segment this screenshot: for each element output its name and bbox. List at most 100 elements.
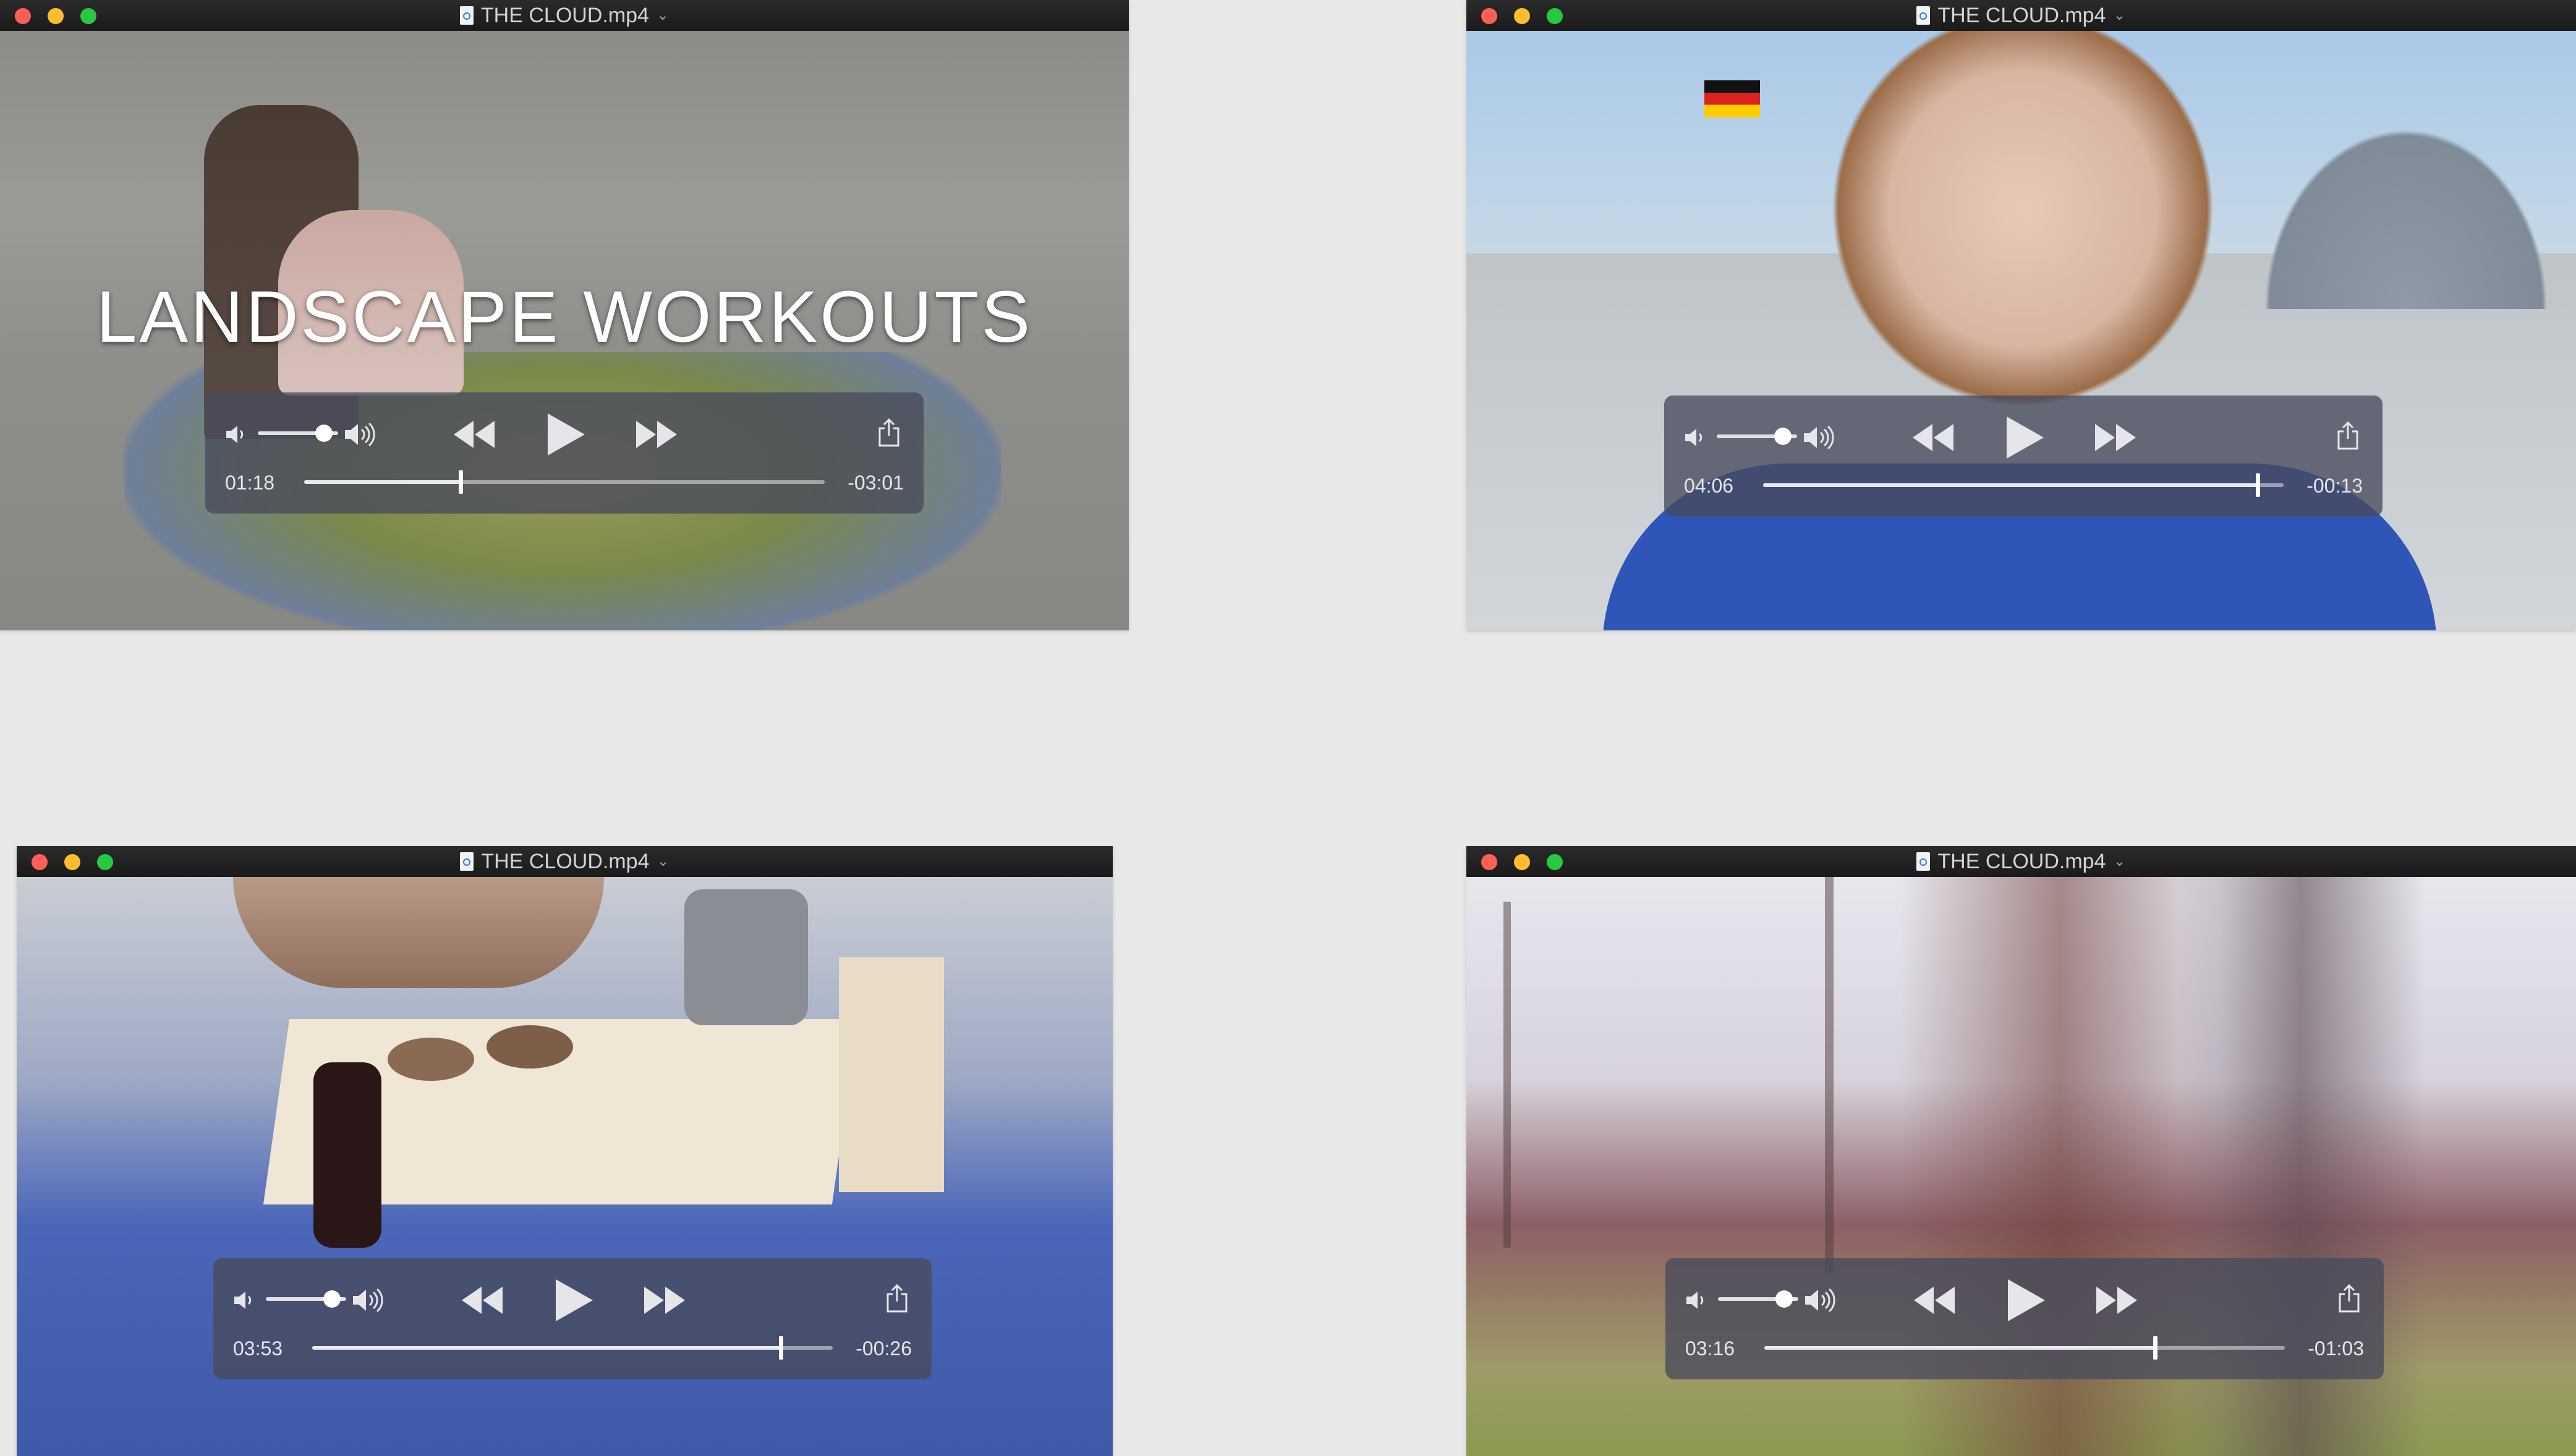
window-title-menu[interactable]: THE CLOUD.mp4 ⌄: [1916, 0, 2126, 31]
fast-forward-icon[interactable]: [2095, 1284, 2138, 1316]
chevron-down-icon: ⌄: [2113, 7, 2126, 23]
scrubber-progress: [1764, 1346, 2155, 1350]
player-window-2[interactable]: THE CLOUD.mp4 ⌄ 04:06 -00:13: [1466, 0, 2576, 630]
speaker-low-icon[interactable]: [1683, 425, 1707, 450]
scrubber-playhead[interactable]: [2153, 1336, 2157, 1360]
fast-forward-icon[interactable]: [2094, 421, 2137, 454]
playback-controls[interactable]: 01:18 -03:01: [205, 392, 924, 514]
speaker-high-icon[interactable]: [1801, 423, 1838, 452]
quicktime-file-icon: [1916, 6, 1931, 25]
volume-knob[interactable]: [1774, 428, 1792, 445]
rewind-icon[interactable]: [1913, 1284, 1956, 1316]
scrubber-playhead[interactable]: [778, 1336, 783, 1360]
chevron-down-icon: ⌄: [657, 853, 670, 870]
title-bar[interactable]: THE CLOUD.mp4 ⌄: [17, 846, 1113, 877]
close-button[interactable]: [1481, 8, 1497, 24]
fast-forward-icon[interactable]: [643, 1284, 686, 1316]
window-title: THE CLOUD.mp4: [481, 850, 650, 873]
window-title-menu[interactable]: THE CLOUD.mp4 ⌄: [459, 0, 670, 31]
rewind-icon[interactable]: [461, 1284, 504, 1316]
window-title-menu[interactable]: THE CLOUD.mp4 ⌄: [1916, 846, 2126, 877]
remaining-time: -03:01: [848, 472, 904, 494]
minimize-button[interactable]: [48, 8, 64, 24]
volume-knob[interactable]: [315, 425, 333, 442]
share-icon[interactable]: [877, 417, 901, 448]
hands: [233, 877, 604, 988]
chevron-down-icon: ⌄: [2113, 853, 2126, 870]
window-title: THE CLOUD.mp4: [1937, 4, 2106, 27]
video-frame[interactable]: [1466, 31, 2576, 630]
speaker-high-icon[interactable]: [1803, 1285, 1840, 1315]
milk-carton: [839, 957, 944, 1192]
play-icon[interactable]: [2005, 1278, 2046, 1323]
zoom-button[interactable]: [80, 8, 96, 24]
minimize-button[interactable]: [64, 854, 80, 870]
volume-knob[interactable]: [323, 1290, 341, 1308]
title-bar[interactable]: THE CLOUD.mp4 ⌄: [1466, 0, 2576, 31]
zoom-button[interactable]: [97, 854, 113, 870]
overlay-title-text: LANDSCAPE WORKOUTS: [96, 276, 1033, 358]
canister: [684, 889, 808, 1025]
glass-dome: [2245, 105, 2567, 309]
current-time: 04:06: [1684, 475, 1734, 497]
share-icon[interactable]: [885, 1283, 909, 1314]
minimize-button[interactable]: [1514, 854, 1530, 870]
scrubber-track[interactable]: [304, 470, 825, 494]
play-icon[interactable]: [545, 412, 586, 457]
speaker-low-icon[interactable]: [1684, 1288, 1709, 1313]
play-icon[interactable]: [2004, 415, 2045, 460]
window-title: THE CLOUD.mp4: [1937, 850, 2106, 873]
flag: [1704, 80, 1760, 117]
title-bar[interactable]: THE CLOUD.mp4 ⌄: [1466, 846, 2576, 877]
playback-controls[interactable]: 03:16 -01:03: [1665, 1258, 2384, 1379]
scrubber-track[interactable]: [1763, 473, 2284, 497]
close-button[interactable]: [1481, 854, 1497, 870]
player-window-1[interactable]: THE CLOUD.mp4 ⌄ LANDSCAPE WORKOUTS 01:18…: [0, 0, 1129, 630]
player-window-3[interactable]: THE CLOUD.mp4 ⌄ 03:53 -00:26: [17, 846, 1113, 1456]
player-window-4[interactable]: THE CLOUD.mp4 ⌄ 03:16 -01:03: [1466, 846, 2576, 1456]
zoom-button[interactable]: [1547, 854, 1563, 870]
window-title-menu[interactable]: THE CLOUD.mp4 ⌄: [460, 846, 670, 877]
speaker-high-icon[interactable]: [351, 1285, 388, 1315]
current-time: 01:18: [225, 472, 275, 494]
tree-trunk: [1503, 902, 1511, 1248]
share-icon[interactable]: [2337, 1283, 2361, 1314]
bread-slice: [388, 1038, 474, 1081]
play-icon[interactable]: [553, 1278, 594, 1323]
scrubber-progress: [1763, 483, 2258, 487]
window-title: THE CLOUD.mp4: [480, 4, 649, 27]
close-button[interactable]: [32, 854, 48, 870]
minimize-button[interactable]: [1514, 8, 1530, 24]
video-frame[interactable]: LANDSCAPE WORKOUTS: [0, 31, 1129, 630]
current-time: 03:16: [1685, 1337, 1735, 1360]
jar: [313, 1062, 381, 1248]
close-button[interactable]: [15, 8, 31, 24]
person-face: [1813, 31, 2233, 426]
remaining-time: -00:26: [856, 1337, 912, 1360]
speaker-low-icon[interactable]: [224, 422, 249, 447]
scrubber-track[interactable]: [312, 1336, 833, 1360]
rewind-icon[interactable]: [453, 418, 496, 451]
share-icon[interactable]: [2336, 420, 2360, 451]
title-bar[interactable]: THE CLOUD.mp4 ⌄: [0, 0, 1129, 31]
playback-controls[interactable]: 03:53 -00:26: [213, 1258, 932, 1379]
speaker-low-icon[interactable]: [232, 1288, 257, 1313]
zoom-button[interactable]: [1547, 8, 1563, 24]
fast-forward-icon[interactable]: [635, 418, 678, 451]
chevron-down-icon: ⌄: [656, 7, 670, 23]
rewind-icon[interactable]: [1911, 421, 1955, 454]
scrubber-playhead[interactable]: [2255, 473, 2260, 497]
scrubber-progress: [304, 480, 461, 484]
volume-knob[interactable]: [1775, 1290, 1793, 1308]
remaining-time: -00:13: [2306, 475, 2363, 497]
playback-controls[interactable]: 04:06 -00:13: [1664, 396, 2383, 517]
speaker-high-icon[interactable]: [342, 420, 380, 449]
quicktime-file-icon: [459, 6, 474, 25]
bread-slice: [487, 1025, 573, 1069]
scrubber-playhead[interactable]: [458, 470, 463, 494]
scrubber-progress: [312, 1346, 781, 1350]
tree-trunk: [1825, 877, 1834, 1272]
quicktime-file-icon: [460, 852, 474, 871]
scrubber-track[interactable]: [1764, 1336, 2285, 1360]
current-time: 03:53: [233, 1337, 283, 1360]
